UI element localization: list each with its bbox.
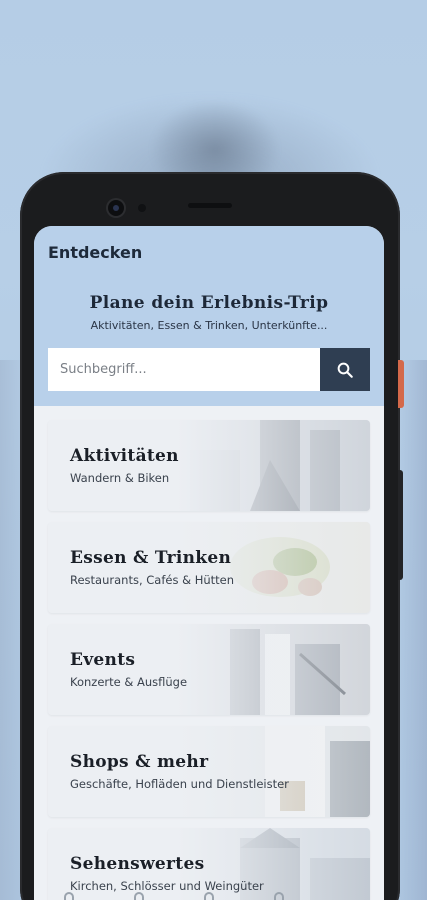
category-subtitle: Konzerte & Ausflüge (70, 675, 188, 689)
category-card-essen-trinken[interactable]: Essen & Trinken Restaurants, Cafés & Hüt… (48, 522, 370, 613)
background-slope-right (397, 360, 427, 900)
earpiece-speaker (188, 203, 232, 208)
power-button (398, 360, 404, 408)
appbar-title: Entdecken (48, 243, 143, 262)
category-subtitle: Restaurants, Cafés & Hütten (70, 573, 235, 587)
category-card-aktivitaeten[interactable]: Aktivitäten Wandern & Biken (48, 420, 370, 511)
category-title: Aktivitäten (70, 446, 179, 466)
hero-title: Plane dein Erlebnis-Trip (89, 293, 329, 313)
sensor-icon (138, 204, 146, 212)
search-button[interactable] (320, 348, 370, 391)
category-title: Essen & Trinken (70, 548, 232, 568)
heart-icon[interactable] (274, 892, 284, 900)
bottom-navigation (34, 892, 384, 900)
category-card-sehenswertes[interactable]: Sehenswertes Kirchen, Schlösser und Wein… (48, 828, 370, 900)
nav-icon[interactable] (134, 892, 144, 900)
volume-button (398, 470, 403, 580)
nav-icon[interactable] (64, 892, 74, 900)
hero-subtitle: Aktivitäten, Essen & Trinken, Unterkünft… (90, 319, 328, 332)
category-subtitle: Kirchen, Schlösser und Weingüter (70, 879, 264, 893)
category-card-shops[interactable]: Shops & mehr Geschäfte, Hofläden und Die… (48, 726, 370, 817)
category-title: Sehenswertes (70, 854, 205, 874)
app-screen: Entdecken Plane dein Erlebnis-Trip Aktiv… (34, 226, 384, 900)
search-icon (337, 362, 353, 378)
hero-section: Entdecken Plane dein Erlebnis-Trip Aktiv… (34, 226, 384, 406)
search-input[interactable] (48, 348, 320, 391)
category-subtitle: Geschäfte, Hofläden und Dienstleister (70, 777, 289, 791)
nav-icon[interactable] (204, 892, 214, 900)
front-camera-icon (108, 200, 124, 216)
category-title: Shops & mehr (70, 752, 209, 772)
category-subtitle: Wandern & Biken (70, 471, 170, 485)
category-card-events[interactable]: Events Konzerte & Ausflüge (48, 624, 370, 715)
category-title: Events (70, 650, 136, 670)
